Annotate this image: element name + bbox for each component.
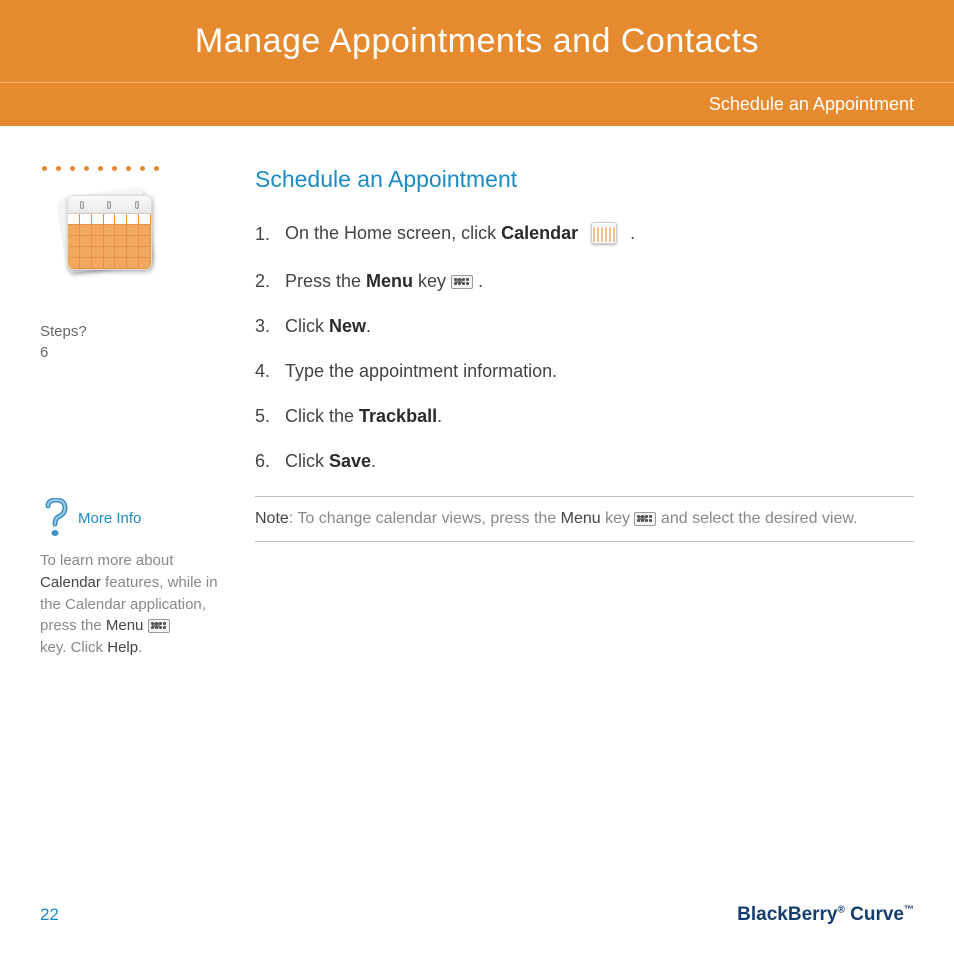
info-text-segment: key. Click xyxy=(40,639,107,656)
step-text: On the Home screen, click Calendar . xyxy=(285,221,635,247)
brand-model: Curve xyxy=(845,904,904,925)
info-text: To learn more about Calendar features, w… xyxy=(40,550,235,659)
steps-count: 6 xyxy=(40,344,48,361)
step-bold: Calendar xyxy=(501,223,578,243)
sidebar: Steps? 6 More Info To learn more about C… xyxy=(40,166,235,659)
step-bold: Menu xyxy=(366,271,413,291)
brand-name: BlackBerry xyxy=(737,904,837,925)
page-header: Manage Appointments and Contacts xyxy=(0,0,954,82)
calendar-icon xyxy=(55,191,160,281)
registered-mark: ® xyxy=(837,905,844,916)
step-text: Click the Trackball. xyxy=(285,406,442,427)
step-number: 1. xyxy=(255,224,285,245)
trademark-mark: ™ xyxy=(904,905,914,916)
step-item: 1.On the Home screen, click Calendar . xyxy=(255,221,914,247)
note-segment: : To change calendar views, press the xyxy=(289,510,561,527)
info-menu-word: Menu xyxy=(106,617,144,634)
page-subtitle: Schedule an Appointment xyxy=(709,94,914,115)
step-item: 5.Click the Trackball. xyxy=(255,406,914,427)
note-segment: key xyxy=(601,510,635,527)
page-subheader: Schedule an Appointment xyxy=(0,82,954,126)
step-number: 6. xyxy=(255,451,285,472)
menu-key-icon xyxy=(148,619,170,633)
section-heading: Schedule an Appointment xyxy=(255,166,914,193)
info-text-segment xyxy=(143,617,147,634)
page-title: Manage Appointments and Contacts xyxy=(195,22,759,61)
step-bold: Save xyxy=(329,451,371,471)
step-text: Press the Menu key . xyxy=(285,271,483,292)
info-help-word: Help xyxy=(107,639,138,656)
more-info-row: More Info xyxy=(40,498,235,538)
info-text-segment: . xyxy=(138,639,142,656)
steps-block: Steps? 6 xyxy=(40,321,235,363)
footer: 22 BlackBerry® Curve™ xyxy=(40,904,914,926)
info-text-segment: To learn more about xyxy=(40,552,173,569)
step-text: Type the appointment information. xyxy=(285,361,557,382)
menu-key-icon xyxy=(634,512,656,526)
info-calendar-word: Calendar xyxy=(40,574,101,591)
step-item: 3.Click New. xyxy=(255,316,914,337)
step-bold: New xyxy=(329,316,366,336)
content-area: Steps? 6 More Info To learn more about C… xyxy=(0,126,954,659)
page-number: 22 xyxy=(40,905,59,925)
note-label: Note xyxy=(255,510,289,527)
note-menu-word: Menu xyxy=(561,510,601,527)
step-text: Click Save. xyxy=(285,451,376,472)
more-info-link[interactable]: More Info xyxy=(78,510,141,527)
main-content: Schedule an Appointment 1.On the Home sc… xyxy=(235,166,914,659)
question-icon xyxy=(40,498,70,538)
step-item: 6.Click Save. xyxy=(255,451,914,472)
step-bold: Trackball xyxy=(359,406,437,426)
note-row: Note: To change calendar views, press th… xyxy=(255,497,914,542)
step-number: 5. xyxy=(255,406,285,427)
step-item: 2.Press the Menu key . xyxy=(255,271,914,292)
steps-label: Steps? xyxy=(40,323,87,340)
step-number: 3. xyxy=(255,316,285,337)
step-item: 4.Type the appointment information. xyxy=(255,361,914,382)
brand-label: BlackBerry® Curve™ xyxy=(737,904,914,926)
note-segment: and select the desired view. xyxy=(656,510,857,527)
decorative-dots xyxy=(40,166,235,171)
step-text: Click New. xyxy=(285,316,371,337)
step-number: 4. xyxy=(255,361,285,382)
calendar-inline-icon xyxy=(589,221,619,247)
menu-key-icon xyxy=(451,275,473,289)
steps-list: 1.On the Home screen, click Calendar . 2.… xyxy=(255,221,914,472)
step-number: 2. xyxy=(255,271,285,292)
